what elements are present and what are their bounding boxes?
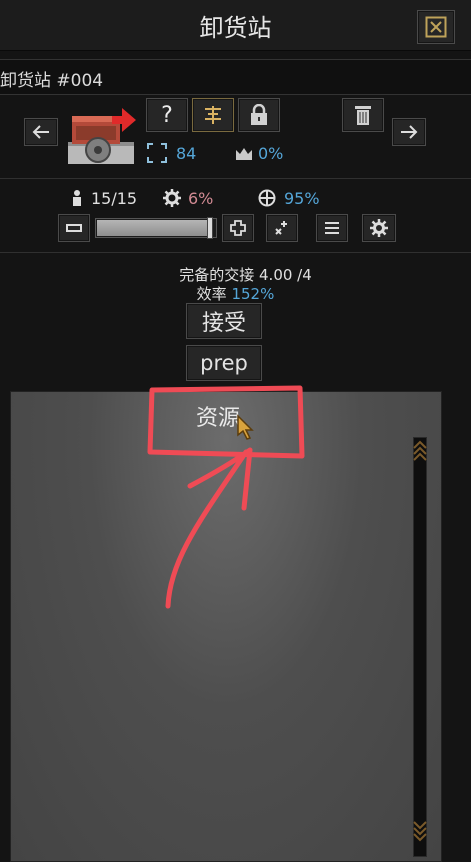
priority-icon [205, 106, 221, 124]
accept-button[interactable]: 接受 [186, 303, 262, 339]
target-percent: 95% [284, 189, 320, 208]
gear-percent: 6% [188, 189, 214, 208]
shuffle-workers-button[interactable] [266, 214, 298, 242]
building-icon [64, 98, 138, 168]
expand-icon [147, 143, 167, 163]
efficiency-label: 效率 [196, 285, 227, 303]
completed-value: 4.00 /4 [259, 266, 312, 284]
next-button[interactable] [392, 118, 426, 146]
arrow-left-icon [32, 125, 49, 139]
arrow-right-icon [401, 125, 418, 139]
person-icon [73, 190, 81, 206]
workers-slider-fill [97, 220, 211, 236]
prev-button[interactable] [24, 118, 58, 146]
crown-icon [236, 148, 252, 160]
divider [0, 178, 471, 179]
list-button[interactable] [316, 214, 348, 242]
settings-button[interactable] [362, 214, 396, 242]
scroll-down-icon[interactable] [412, 818, 428, 844]
menu-icon [325, 222, 339, 234]
help-button[interactable]: ? [146, 98, 188, 132]
resources-scrollbar[interactable] [413, 437, 427, 857]
efficiency-value: 152% [231, 285, 275, 303]
gear-icon [163, 189, 181, 207]
add-workers-button[interactable] [222, 214, 254, 242]
owned-percent: 0% [258, 144, 284, 163]
sparkle-plus-icon [275, 221, 287, 235]
settings-icon [370, 219, 388, 237]
prep-label: prep [200, 351, 248, 375]
divider [0, 252, 471, 253]
building-name[interactable]: 卸货站 #004 [0, 66, 103, 91]
resources-header[interactable]: 资源 [196, 400, 240, 432]
efficiency-line: 效率 152% [0, 283, 471, 304]
lock-button[interactable] [238, 98, 280, 132]
priority-button[interactable] [192, 98, 234, 132]
minus-icon [66, 224, 82, 232]
prep-button[interactable]: prep [186, 345, 262, 381]
help-label: ? [161, 102, 173, 128]
close-icon [425, 16, 447, 38]
scroll-up-icon[interactable] [412, 438, 428, 464]
workers-slider-handle[interactable] [207, 217, 213, 239]
target-icon [258, 189, 276, 207]
workers-slider[interactable] [95, 217, 217, 239]
completed-label: 完备的交接 [179, 266, 255, 284]
completed-line: 完备的交接 4.00 /4 [0, 264, 471, 285]
decrease-workers-button[interactable] [58, 214, 90, 242]
range-value: 84 [176, 144, 197, 163]
worker-count: 15/15 [91, 189, 138, 208]
cursor-pointer-icon [237, 414, 254, 440]
lock-icon [251, 104, 267, 125]
resources-panel [10, 391, 442, 862]
accept-label: 接受 [201, 311, 246, 336]
window-title: 卸货站 [199, 14, 272, 42]
close-button[interactable] [417, 10, 455, 44]
demolish-button[interactable] [342, 98, 384, 132]
trash-icon [355, 106, 371, 125]
plus-icon [230, 220, 246, 236]
